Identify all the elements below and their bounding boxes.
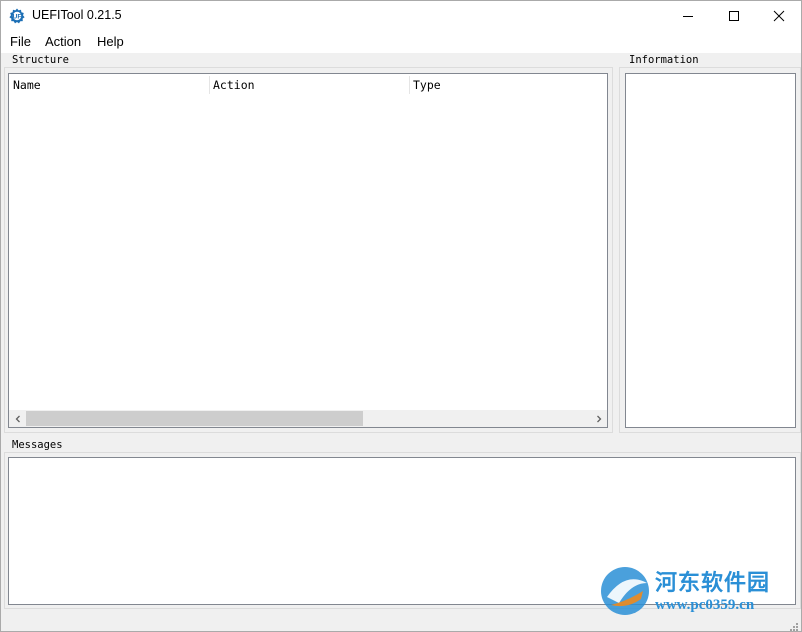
scroll-right-button[interactable] bbox=[590, 410, 607, 427]
main-window: UF UEFITool 0.21.5 File Action Help Stru… bbox=[0, 0, 802, 632]
uefitool-app-icon: UF bbox=[9, 8, 25, 24]
title-bar[interactable]: UF UEFITool 0.21.5 bbox=[1, 1, 801, 31]
menu-help[interactable]: Help bbox=[97, 34, 124, 49]
scroll-right-icon bbox=[596, 415, 601, 422]
structure-tree[interactable]: Name Action Type bbox=[8, 73, 608, 428]
watermark-logo-icon bbox=[601, 567, 649, 615]
svg-text:UF: UF bbox=[13, 14, 22, 21]
menu-file[interactable]: File bbox=[10, 34, 31, 49]
scroll-left-icon bbox=[15, 415, 20, 422]
minimize-button[interactable] bbox=[665, 1, 711, 31]
structure-label: Structure bbox=[10, 54, 71, 66]
scroll-left-button[interactable] bbox=[9, 410, 26, 427]
information-label: Information bbox=[627, 54, 701, 66]
close-icon bbox=[773, 10, 785, 22]
horizontal-scrollbar[interactable] bbox=[9, 410, 607, 427]
column-header-name[interactable]: Name bbox=[9, 74, 209, 96]
column-header-action[interactable]: Action bbox=[209, 74, 409, 96]
maximize-button[interactable] bbox=[711, 1, 757, 31]
menu-bar: File Action Help bbox=[1, 31, 801, 53]
minimize-icon bbox=[683, 16, 693, 17]
watermark-title: 河东软件园 bbox=[655, 570, 771, 596]
window-title: UEFITool 0.21.5 bbox=[32, 8, 122, 22]
maximize-icon bbox=[729, 11, 739, 21]
watermark: 河东软件园 www.pc0359.cn bbox=[597, 561, 797, 621]
watermark-url: www.pc0359.cn bbox=[655, 597, 755, 613]
menu-action[interactable]: Action bbox=[45, 34, 81, 49]
scrollbar-thumb[interactable] bbox=[26, 411, 363, 426]
messages-label: Messages bbox=[10, 439, 65, 451]
column-header-type[interactable]: Type bbox=[409, 74, 607, 96]
information-text-area[interactable] bbox=[625, 73, 796, 428]
close-button[interactable] bbox=[756, 1, 802, 31]
